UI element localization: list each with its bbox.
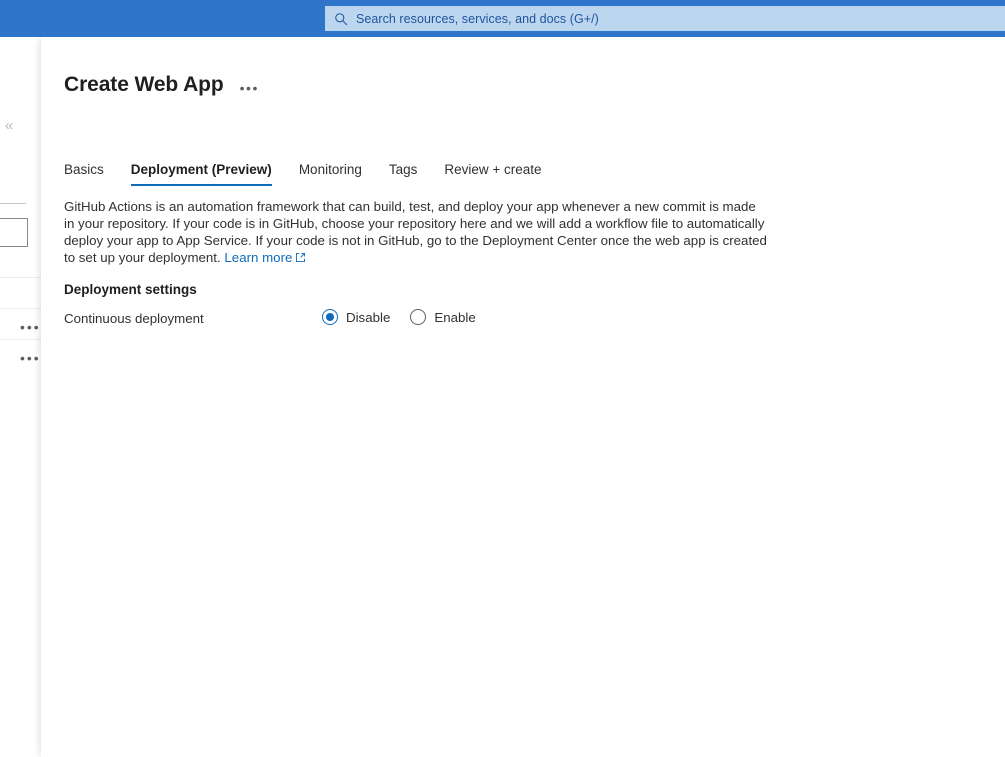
tab-review-create[interactable]: Review + create — [444, 162, 541, 186]
continuous-deployment-row: Continuous deployment Disable Enable — [64, 309, 784, 331]
azure-top-header: Search resources, services, and docs (G+… — [0, 0, 1005, 37]
learn-more-link[interactable]: Learn more — [224, 250, 292, 265]
background-blade-strip: « ••• ••• — [0, 37, 44, 757]
row-divider — [0, 339, 41, 340]
blade-header: Create Web App ••• — [64, 72, 259, 98]
description-text: GitHub Actions is an automation framewor… — [64, 199, 767, 265]
create-web-app-blade: Create Web App ••• Basics Deployment (Pr… — [41, 37, 1005, 757]
background-input-field[interactable] — [0, 218, 28, 247]
search-placeholder-text: Search resources, services, and docs (G+… — [356, 11, 599, 26]
wizard-tabs: Basics Deployment (Preview) Monitoring T… — [64, 156, 542, 186]
radio-label-disable: Disable — [346, 309, 391, 325]
tab-basics[interactable]: Basics — [64, 162, 104, 186]
radio-mark-enable[interactable] — [410, 309, 427, 325]
row-more-menu-icon[interactable]: ••• — [20, 351, 41, 365]
radio-option-enable[interactable]: Enable — [410, 309, 476, 325]
row-more-menu-icon[interactable]: ••• — [20, 320, 41, 334]
deployment-description: GitHub Actions is an automation framewor… — [64, 198, 769, 266]
blade-more-menu-icon[interactable]: ••• — [240, 81, 259, 95]
page-title: Create Web App — [64, 73, 224, 96]
row-divider — [0, 277, 41, 278]
deployment-settings-heading: Deployment settings — [64, 282, 197, 297]
continuous-deployment-label: Continuous deployment — [64, 311, 204, 326]
background-divider — [0, 203, 26, 204]
row-divider — [0, 308, 41, 309]
tab-monitoring[interactable]: Monitoring — [299, 162, 362, 186]
search-icon — [334, 12, 348, 26]
global-search-box[interactable]: Search resources, services, and docs (G+… — [325, 6, 1005, 31]
radio-mark-disable[interactable] — [322, 309, 338, 325]
radio-label-enable: Enable — [434, 309, 476, 325]
collapse-chevron-icon[interactable]: « — [2, 117, 16, 135]
external-link-icon[interactable] — [295, 252, 306, 263]
tab-deployment-preview[interactable]: Deployment (Preview) — [130, 162, 272, 186]
background-list-row: ••• — [0, 339, 41, 377]
tab-tags[interactable]: Tags — [389, 162, 418, 186]
continuous-deployment-radio-group: Disable Enable — [322, 309, 476, 325]
radio-option-disable[interactable]: Disable — [322, 309, 390, 325]
